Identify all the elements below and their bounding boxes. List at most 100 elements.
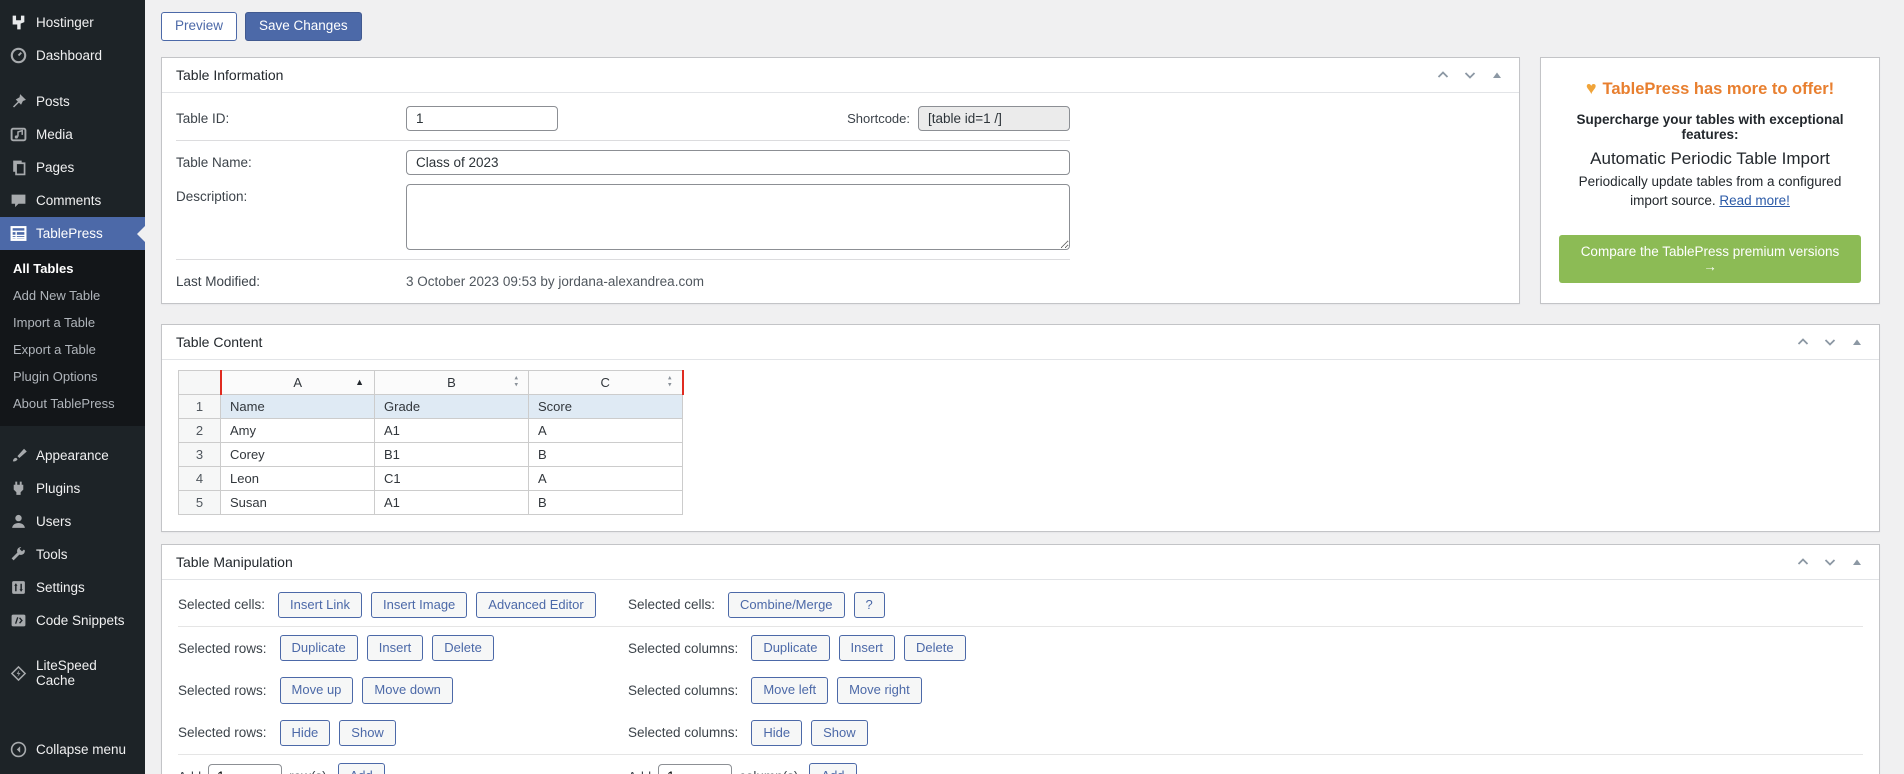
table-cell[interactable]: A1 xyxy=(375,418,529,442)
table-icon xyxy=(10,225,27,242)
table-name-input[interactable] xyxy=(406,150,1070,175)
table-cell[interactable]: A xyxy=(529,418,683,442)
table-cell[interactable]: Name xyxy=(221,394,375,418)
move-up-icon[interactable] xyxy=(1795,554,1811,570)
toggle-panel-icon[interactable] xyxy=(1849,334,1865,350)
table-cell[interactable]: Score xyxy=(529,394,683,418)
table-cell[interactable]: Susan xyxy=(221,490,375,514)
table-id-input[interactable] xyxy=(406,106,558,131)
show-columns-button[interactable]: Show xyxy=(811,720,868,746)
insert-columns-button[interactable]: Insert xyxy=(839,635,896,661)
table-cell[interactable]: B xyxy=(529,442,683,466)
toggle-panel-icon[interactable] xyxy=(1489,67,1505,83)
delete-columns-button[interactable]: Delete xyxy=(904,635,966,661)
preview-button[interactable]: Preview xyxy=(161,12,237,41)
insert-rows-button[interactable]: Insert xyxy=(367,635,424,661)
table-cell[interactable]: C1 xyxy=(375,466,529,490)
add-columns-button[interactable]: Add xyxy=(809,763,856,774)
combine-merge-button[interactable]: Combine/Merge xyxy=(728,592,845,618)
move-down-icon[interactable] xyxy=(1822,554,1838,570)
move-rows-down-button[interactable]: Move down xyxy=(362,677,452,703)
submenu-about-tablepress[interactable]: About TablePress xyxy=(0,390,145,417)
select-all-corner-cell[interactable] xyxy=(179,370,221,394)
duplicate-columns-button[interactable]: Duplicate xyxy=(751,635,829,661)
help-button[interactable]: ? xyxy=(854,592,885,618)
table-cell[interactable]: A xyxy=(529,466,683,490)
row-number[interactable]: 1 xyxy=(179,394,221,418)
table-content-panel: Table Content A ▲ B ▴▾ xyxy=(161,324,1880,532)
column-header-b[interactable]: B ▴▾ xyxy=(375,370,529,394)
sidebar-item-code-snippets[interactable]: Code Snippets xyxy=(0,604,145,637)
sidebar-item-tablepress[interactable]: TablePress xyxy=(0,217,145,250)
move-up-icon[interactable] xyxy=(1795,334,1811,350)
row-number[interactable]: 3 xyxy=(179,442,221,466)
hide-rows-button[interactable]: Hide xyxy=(280,720,331,746)
table-cell[interactable]: Leon xyxy=(221,466,375,490)
insert-image-button[interactable]: Insert Image xyxy=(371,592,467,618)
selected-rows-label: Selected rows: xyxy=(178,725,267,740)
sidebar-item-posts[interactable]: Posts xyxy=(0,85,145,118)
sidebar-item-comments[interactable]: Comments xyxy=(0,184,145,217)
table-cell[interactable]: Grade xyxy=(375,394,529,418)
move-rows-up-button[interactable]: Move up xyxy=(280,677,354,703)
move-up-icon[interactable] xyxy=(1435,67,1451,83)
duplicate-rows-button[interactable]: Duplicate xyxy=(280,635,358,661)
sidebar-item-plugins[interactable]: Plugins xyxy=(0,472,145,505)
submenu-all-tables[interactable]: All Tables xyxy=(0,255,145,282)
sidebar-item-label: Dashboard xyxy=(36,48,102,63)
table-cell[interactable]: Amy xyxy=(221,418,375,442)
sidebar-item-label: Posts xyxy=(36,94,70,109)
submenu-import-a-table[interactable]: Import a Table xyxy=(0,309,145,336)
media-icon xyxy=(10,126,27,143)
sidebar-item-tools[interactable]: Tools xyxy=(0,538,145,571)
save-changes-button[interactable]: Save Changes xyxy=(245,12,362,41)
sidebar-item-hostinger[interactable]: Hostinger xyxy=(0,6,145,39)
delete-rows-button[interactable]: Delete xyxy=(432,635,494,661)
move-down-icon[interactable] xyxy=(1822,334,1838,350)
sidebar-item-pages[interactable]: Pages xyxy=(0,151,145,184)
shortcode-label: Shortcode: xyxy=(847,111,910,126)
show-rows-button[interactable]: Show xyxy=(339,720,396,746)
column-header-a[interactable]: A ▲ xyxy=(221,370,375,394)
collapse-menu-button[interactable]: Collapse menu xyxy=(0,733,145,766)
sidebar-item-media[interactable]: Media xyxy=(0,118,145,151)
sidebar-item-dashboard[interactable]: Dashboard xyxy=(0,39,145,72)
insert-link-button[interactable]: Insert Link xyxy=(278,592,362,618)
hide-columns-button[interactable]: Hide xyxy=(751,720,802,746)
submenu-plugin-options[interactable]: Plugin Options xyxy=(0,363,145,390)
advanced-editor-button[interactable]: Advanced Editor xyxy=(476,592,595,618)
read-more-link[interactable]: Read more! xyxy=(1719,193,1790,208)
sort-ascending-icon[interactable]: ▲ xyxy=(355,377,364,387)
selected-cells-label: Selected cells: xyxy=(178,597,265,612)
sidebar-item-litespeed-cache[interactable]: LiteSpeed Cache xyxy=(0,650,145,696)
sort-toggle-icon[interactable]: ▴▾ xyxy=(668,376,672,389)
row-number[interactable]: 5 xyxy=(179,490,221,514)
add-rows-button[interactable]: Add xyxy=(338,763,385,774)
sidebar-item-label: Comments xyxy=(36,193,101,208)
shortcode-input[interactable] xyxy=(918,106,1070,131)
move-down-icon[interactable] xyxy=(1462,67,1478,83)
sidebar-item-appearance[interactable]: Appearance xyxy=(0,439,145,472)
toggle-panel-icon[interactable] xyxy=(1849,554,1865,570)
sort-toggle-icon[interactable]: ▴▾ xyxy=(514,376,518,389)
table-cell[interactable]: A1 xyxy=(375,490,529,514)
sidebar-item-settings[interactable]: Settings xyxy=(0,571,145,604)
compare-premium-button[interactable]: Compare the TablePress premium versions … xyxy=(1559,235,1861,283)
column-header-c[interactable]: C ▴▾ xyxy=(529,370,683,394)
move-columns-left-button[interactable]: Move left xyxy=(751,677,828,703)
row-number[interactable]: 2 xyxy=(179,418,221,442)
submenu-export-a-table[interactable]: Export a Table xyxy=(0,336,145,363)
arrow-right-icon: → xyxy=(1703,259,1717,274)
move-columns-right-button[interactable]: Move right xyxy=(837,677,922,703)
table-cell[interactable]: B xyxy=(529,490,683,514)
table-cell[interactable]: Corey xyxy=(221,442,375,466)
wrench-icon xyxy=(10,546,27,563)
table-cell[interactable]: B1 xyxy=(375,442,529,466)
sidebar-item-label: Code Snippets xyxy=(36,613,125,628)
submenu-add-new-table[interactable]: Add New Table xyxy=(0,282,145,309)
sidebar-item-users[interactable]: Users xyxy=(0,505,145,538)
description-textarea[interactable] xyxy=(406,184,1070,250)
add-rows-count-input[interactable] xyxy=(208,764,282,774)
add-columns-count-input[interactable] xyxy=(658,764,732,774)
row-number[interactable]: 4 xyxy=(179,466,221,490)
